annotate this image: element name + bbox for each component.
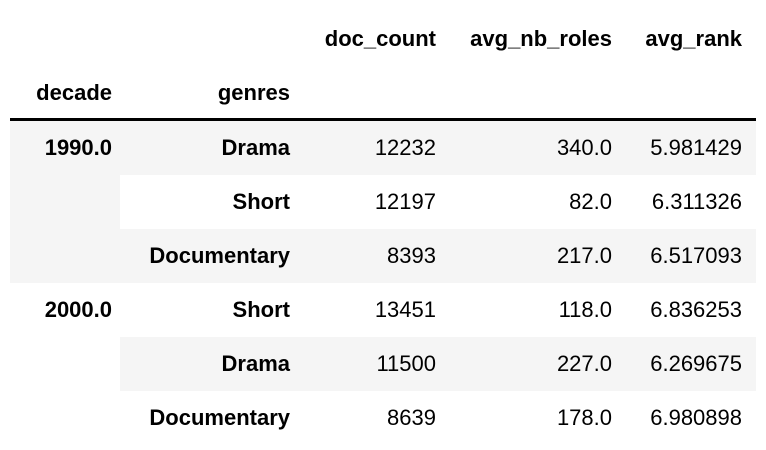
table-row: Documentary 8639 178.0 6.980898: [0, 391, 766, 445]
index-genre: Documentary: [149, 405, 290, 430]
table-row: Short 12197 82.0 6.311326: [0, 175, 766, 229]
column-header-avg-nb-roles: avg_nb_roles: [470, 26, 612, 51]
column-header-avg-rank: avg_rank: [645, 26, 742, 51]
index-name-decade: decade: [36, 80, 112, 105]
cell-avg-nb-roles: 227.0: [556, 351, 612, 376]
table-row: 2000.0 Short 13451 118.0 6.836253: [0, 283, 766, 337]
cell-avg-rank: 6.517093: [650, 243, 742, 268]
cell-doc-count: 13451: [374, 297, 436, 322]
cell-avg-nb-roles: 340.0: [556, 135, 612, 160]
cell-doc-count: 12197: [374, 189, 436, 214]
index-genre: Short: [232, 297, 290, 322]
cell-avg-nb-roles: 217.0: [556, 243, 612, 268]
column-header-doc-count: doc_count: [324, 26, 436, 51]
cell-doc-count: 11500: [376, 351, 436, 376]
cell-doc-count: 8393: [387, 243, 436, 268]
cell-avg-rank: 6.836253: [650, 297, 742, 322]
cell-avg-rank: 6.980898: [650, 405, 742, 430]
table-row: 1990.0 Drama 12232 340.0 5.981429: [0, 121, 766, 175]
cell-avg-rank: 6.311326: [651, 189, 742, 214]
index-name-genres: genres: [217, 80, 290, 105]
cell-doc-count: 12232: [374, 135, 436, 160]
dataframe-table: doc_count avg_nb_roles avg_rank decade g…: [0, 0, 766, 450]
table-row: Drama 11500 227.0 6.269675: [0, 337, 766, 391]
cell-avg-nb-roles: 82.0: [569, 189, 612, 214]
index-genre: Documentary: [149, 243, 290, 268]
index-decade: 2000.0: [44, 297, 112, 322]
index-genre: Drama: [221, 135, 290, 160]
index-genre: Drama: [221, 351, 290, 376]
cell-avg-nb-roles: 178.0: [556, 405, 612, 430]
index-genre: Short: [232, 189, 290, 214]
index-decade: 1990.0: [44, 135, 112, 160]
cell-avg-rank: 6.269675: [650, 351, 742, 376]
cell-avg-rank: 5.981429: [650, 135, 742, 160]
cell-avg-nb-roles: 118.0: [558, 297, 612, 322]
cell-doc-count: 8639: [387, 405, 436, 430]
table-row: Documentary 8393 217.0 6.517093: [0, 229, 766, 283]
